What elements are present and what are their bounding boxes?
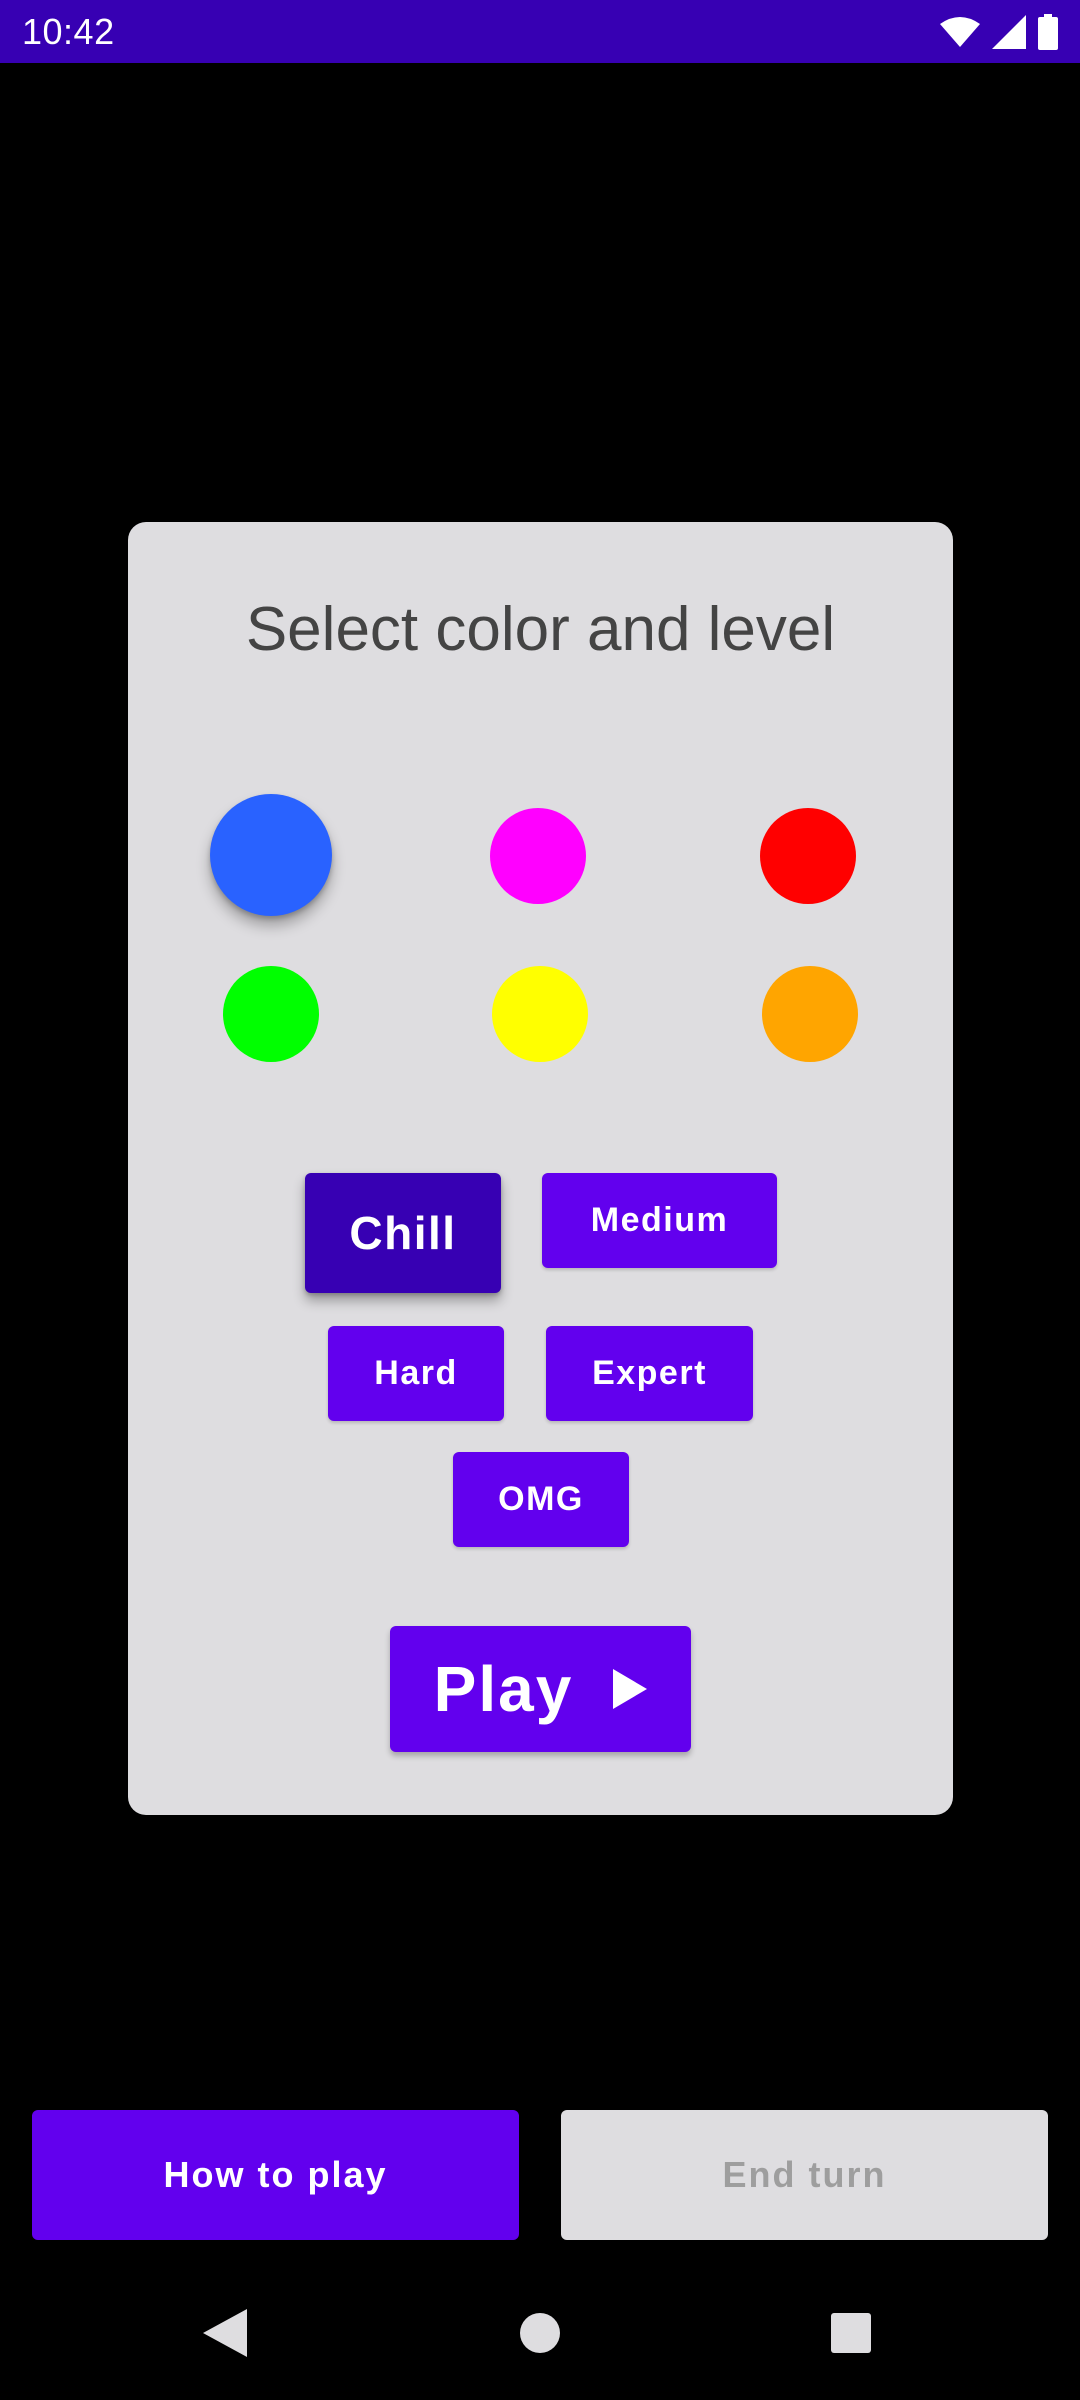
play-button-label: Play	[433, 1653, 574, 1725]
color-blue[interactable]	[210, 794, 332, 916]
status-time: 10:42	[22, 11, 115, 52]
color-red[interactable]	[760, 808, 856, 904]
home-icon	[519, 2312, 561, 2359]
level-expert-button[interactable]: Expert	[546, 1326, 753, 1421]
nav-back-button[interactable]	[180, 2290, 270, 2380]
status-icons	[940, 12, 1058, 52]
navigation-bar	[0, 2270, 1080, 2400]
wifi-icon	[940, 16, 980, 48]
color-orange[interactable]	[762, 966, 858, 1062]
dialog-title: Select color and level	[245, 595, 836, 664]
nav-home-button[interactable]	[495, 2290, 585, 2380]
play-arrow-icon	[613, 1669, 648, 1709]
back-icon	[203, 2308, 247, 2362]
level-medium-button[interactable]: Medium	[542, 1173, 777, 1268]
level-omg-button[interactable]: OMG	[453, 1452, 629, 1547]
play-button[interactable]: Play	[390, 1626, 691, 1752]
status-bar: 10:42	[0, 0, 1080, 63]
end-turn-button: End turn	[561, 2110, 1048, 2240]
recents-icon	[830, 2312, 872, 2359]
how-to-play-button[interactable]: How to play	[32, 2110, 519, 2240]
color-yellow[interactable]	[492, 966, 588, 1062]
select-dialog: Select color and level Chill Medium Hard…	[128, 522, 953, 1815]
signal-icon	[992, 15, 1026, 49]
color-green[interactable]	[223, 966, 319, 1062]
color-magenta[interactable]	[490, 808, 586, 904]
nav-recents-button[interactable]	[806, 2290, 896, 2380]
level-chill-button[interactable]: Chill	[305, 1173, 501, 1293]
battery-icon	[1038, 14, 1058, 50]
level-hard-button[interactable]: Hard	[328, 1326, 504, 1421]
